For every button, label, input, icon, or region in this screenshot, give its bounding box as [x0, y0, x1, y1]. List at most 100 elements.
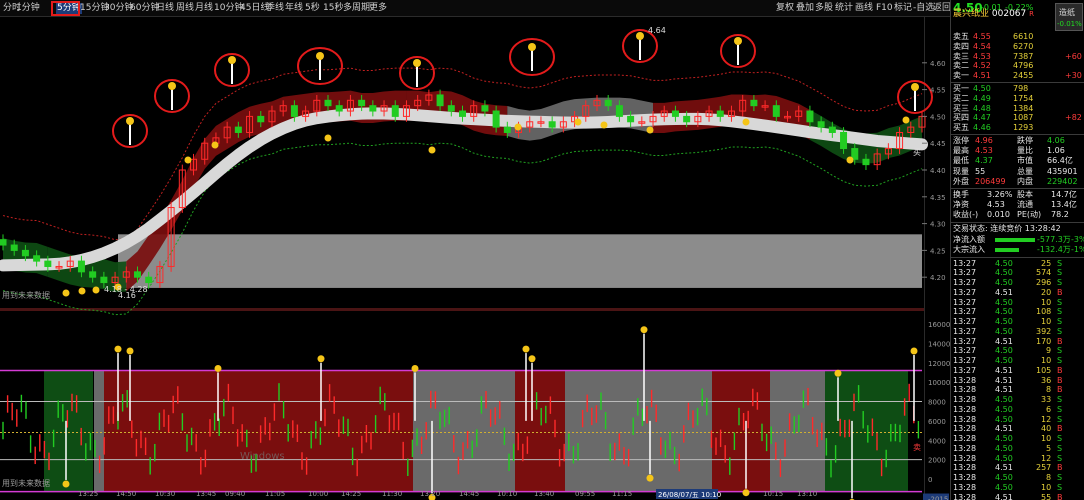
quote-row: 13:28 4.50 10 S	[951, 434, 1084, 444]
signal-dot	[734, 37, 742, 45]
x-tick-label: 13:45	[196, 490, 216, 498]
candle	[33, 255, 41, 262]
tick-volume: 296	[1036, 278, 1052, 288]
period-tab[interactable]: 日线	[156, 3, 174, 14]
candle	[615, 105, 623, 117]
period-tab[interactable]: 年线	[285, 3, 303, 14]
quote-row: 现量 55 总量 435901	[951, 167, 1084, 177]
tick-time: 13:28	[953, 492, 977, 500]
quote-row: 卖五 4.55 6610	[951, 32, 1084, 42]
signal-dot	[522, 345, 530, 353]
stat-label: 内盘	[1017, 176, 1033, 186]
ask-price: 4.55	[973, 32, 991, 41]
x-tick-label: 13:10	[797, 490, 817, 498]
low-annotation: 4.16	[118, 291, 136, 300]
candle	[0, 239, 7, 246]
tick-volume: 25	[1041, 258, 1052, 268]
indicator-zone	[94, 370, 104, 492]
tick-price: 4.50	[995, 453, 1013, 463]
candle	[145, 276, 153, 284]
fund-value: 3.26%	[987, 190, 1013, 199]
tick-side: S	[1057, 278, 1063, 288]
signal-dot	[646, 474, 654, 482]
y-tick-label: 4.60	[930, 60, 946, 68]
toolbar-button[interactable]: 统计	[835, 3, 853, 14]
bid-volume: 1384	[1013, 103, 1034, 113]
fund-value: 14.7亿	[1051, 190, 1077, 199]
toolbar-button[interactable]: -自选	[913, 3, 934, 14]
tick-volume: 105	[1036, 365, 1052, 375]
toolbar-button[interactable]: 标记	[894, 3, 912, 14]
signal-dot	[317, 355, 325, 363]
toolbar-button[interactable]: 画线	[855, 3, 873, 14]
candle	[828, 126, 836, 133]
quote-row: 买二 4.49 1754	[951, 94, 1084, 104]
y-tick-label: 0	[928, 476, 932, 484]
tick-side: S	[1057, 434, 1063, 444]
signal-dot	[126, 347, 134, 355]
candle	[436, 94, 444, 107]
stat-label: 外盘	[953, 176, 969, 186]
x-tick-label: 10:10	[497, 490, 517, 498]
tick-time: 13:28	[953, 463, 977, 473]
ask-price: 4.51	[973, 71, 991, 81]
period-toolbar: 分时 1分钟 5分钟 15分钟 30分钟 60分钟 日线 周线 月线 10分钟 45日线 季线 年线 5秒…	[0, 0, 951, 17]
y-tick-label: 4.25	[930, 247, 946, 255]
signal-dot	[574, 118, 582, 126]
quote-row: 13:27 4.50 392 S	[951, 327, 1084, 337]
tick-price: 4.50	[995, 482, 1013, 492]
stock-name-line: 晨兴纸业 002067 R	[953, 6, 1034, 19]
signal-dot	[910, 347, 918, 355]
kline-chart-area[interactable]: 4.644.18 - 4.284.16用到未来数据买4.604.554.504.…	[0, 17, 950, 500]
quote-row: 13:28 4.50 33 S	[951, 395, 1084, 405]
indicator-zone	[44, 370, 93, 492]
tick-time: 13:28	[953, 473, 977, 483]
toolbar-button[interactable]: 多股	[815, 3, 833, 14]
quote-row: 买一 4.50 798	[951, 84, 1084, 94]
quote-row: 涨停 4.96 跌停 4.06	[951, 136, 1084, 146]
toolbar-button[interactable]: 叠加	[796, 3, 814, 14]
sector-badge[interactable]: 造纸 -0.01%	[1055, 3, 1083, 31]
candle	[77, 260, 85, 273]
candle	[817, 121, 825, 128]
period-tab[interactable]: 5秒	[305, 3, 320, 14]
y-tick-label: -2015	[928, 496, 948, 500]
tick-side: S	[1057, 482, 1063, 492]
period-tab[interactable]: 月线	[195, 3, 213, 14]
x-tick-label: 11:05	[265, 490, 285, 498]
quote-row: 13:27 4.50 574 S	[951, 268, 1084, 278]
tick-side: S	[1057, 297, 1063, 307]
period-tab[interactable]: 15秒	[323, 3, 343, 14]
signal-dot	[846, 156, 854, 164]
ask-label: 卖三	[953, 51, 969, 61]
period-tab[interactable]: 1分钟	[16, 3, 40, 14]
quote-row: 13:27 4.50 296 S	[951, 278, 1084, 288]
signal-dot	[214, 364, 222, 372]
y-tick-label: 12000	[928, 360, 950, 368]
candle	[391, 105, 399, 117]
future-data-label: 用到未来数据	[2, 290, 50, 300]
candle	[89, 271, 97, 278]
tick-side: B	[1057, 424, 1063, 434]
tick-side: B	[1057, 463, 1063, 473]
toolbar-button[interactable]: F10	[876, 3, 893, 14]
bid-label: 买一	[953, 84, 969, 93]
flow-bar	[995, 248, 1019, 253]
tick-volume: 33	[1041, 395, 1052, 405]
period-tab[interactable]: 多周期	[343, 3, 370, 14]
tick-side: S	[1057, 268, 1063, 278]
toolbar-button[interactable]: 复权	[776, 3, 794, 14]
stat-label: 涨停	[953, 136, 969, 145]
tick-price: 4.50	[995, 268, 1013, 278]
candle	[851, 148, 859, 160]
ask-price: 4.53	[973, 51, 991, 61]
period-tab[interactable]: 季线	[266, 3, 284, 14]
tick-time: 13:28	[953, 424, 977, 434]
tick-price: 4.51	[995, 336, 1013, 346]
toolbar-button[interactable]: 返回	[933, 3, 951, 14]
period-tab[interactable]: 更多	[369, 3, 387, 14]
candle	[44, 260, 52, 267]
period-tab[interactable]: 周线	[176, 3, 194, 14]
quote-row: 13:28 4.51 55 B	[951, 493, 1084, 500]
flow-pct: -3%	[1071, 234, 1084, 244]
